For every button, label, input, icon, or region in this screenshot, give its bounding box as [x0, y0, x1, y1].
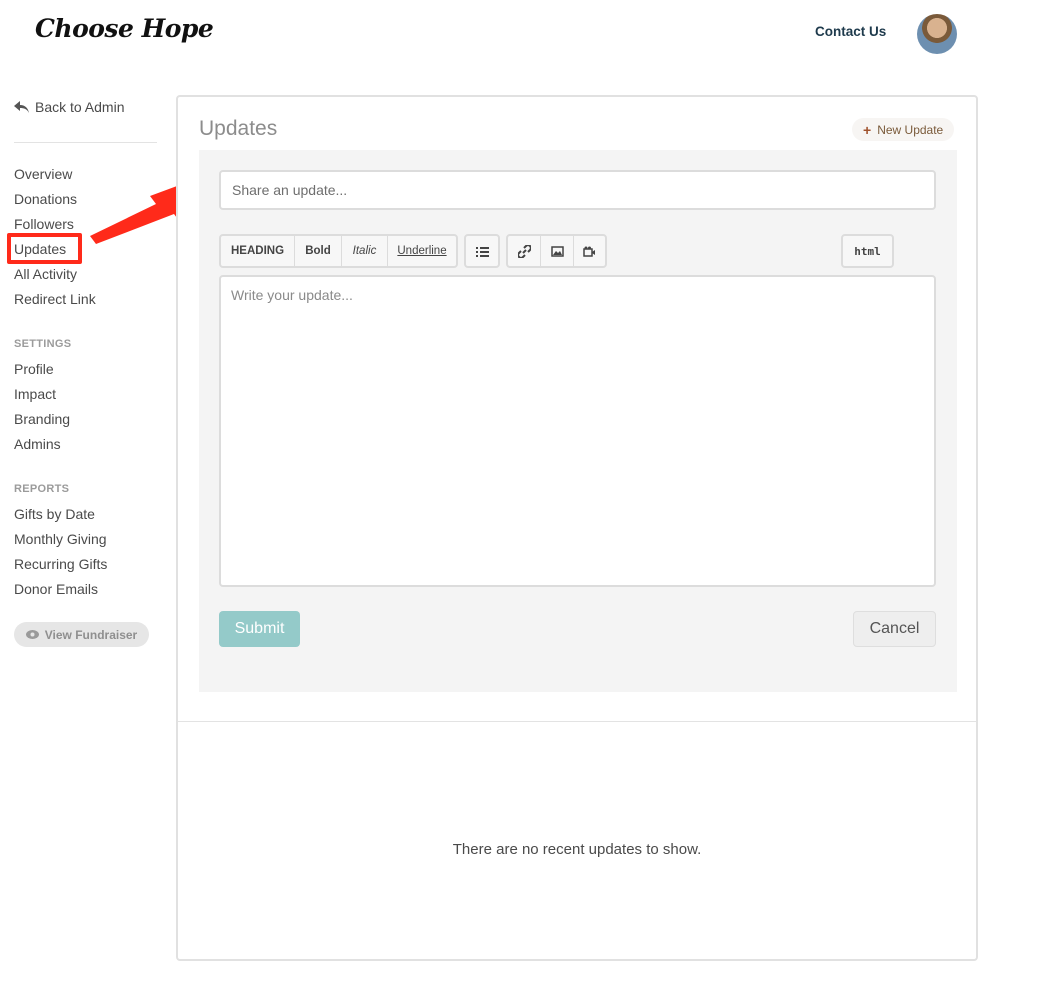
back-to-admin-link[interactable]: Back to Admin	[14, 99, 125, 115]
reports-heading: REPORTS	[14, 483, 70, 495]
contact-us-link[interactable]: Contact Us	[815, 24, 886, 39]
cancel-button[interactable]: Cancel	[853, 611, 936, 647]
html-group: html	[841, 234, 894, 268]
plus-icon: +	[863, 121, 872, 138]
back-to-admin-label: Back to Admin	[35, 99, 125, 115]
video-camera-icon	[583, 246, 595, 257]
sidebar-item-monthly-giving[interactable]: Monthly Giving	[14, 530, 107, 548]
share-update-input[interactable]	[219, 170, 936, 210]
page-title: Updates	[199, 117, 278, 140]
link-icon	[517, 244, 531, 258]
sidebar-item-profile[interactable]: Profile	[14, 360, 54, 378]
eye-icon	[25, 630, 39, 639]
list-group	[464, 234, 500, 268]
empty-updates-message: There are no recent updates to show.	[452, 841, 702, 858]
link-button[interactable]	[508, 236, 541, 266]
underline-button[interactable]: Underline	[388, 236, 456, 266]
sidebar-item-gifts-by-date[interactable]: Gifts by Date	[14, 505, 95, 523]
sidebar-divider	[14, 142, 157, 143]
sidebar-item-followers[interactable]: Followers	[14, 215, 74, 233]
sidebar-item-redirect-link[interactable]: Redirect Link	[14, 290, 96, 308]
updates-highlight-box	[7, 233, 82, 264]
bullet-list-icon	[475, 246, 489, 257]
submit-button[interactable]: Submit	[219, 611, 300, 647]
new-update-button[interactable]: + New Update	[852, 118, 955, 141]
bold-button[interactable]: Bold	[295, 236, 342, 266]
sidebar-item-donations[interactable]: Donations	[14, 190, 77, 208]
new-update-label: New Update	[877, 122, 944, 137]
sidebar-item-donor-emails[interactable]: Donor Emails	[14, 580, 98, 598]
html-button[interactable]: html	[843, 236, 892, 266]
panel-divider	[178, 721, 976, 722]
back-arrow-icon	[14, 100, 29, 113]
heading-button[interactable]: HEADING	[221, 236, 295, 266]
update-body-textarea[interactable]	[219, 275, 936, 587]
italic-button[interactable]: Italic	[342, 236, 388, 266]
sidebar-item-overview[interactable]: Overview	[14, 165, 72, 183]
sidebar-item-recurring-gifts[interactable]: Recurring Gifts	[14, 555, 107, 573]
text-format-group: HEADING Bold Italic Underline	[219, 234, 458, 268]
sidebar: Back to Admin Overview Donations Followe…	[0, 0, 170, 985]
sidebar-item-admins[interactable]: Admins	[14, 435, 61, 453]
image-button[interactable]	[541, 236, 574, 266]
view-fundraiser-button[interactable]: View Fundraiser	[14, 622, 149, 647]
sidebar-item-branding[interactable]: Branding	[14, 410, 70, 428]
updates-panel: Updates + New Update HEADING Bold Italic…	[176, 95, 978, 961]
sidebar-item-impact[interactable]: Impact	[14, 385, 56, 403]
media-group	[506, 234, 607, 268]
sidebar-item-all-activity[interactable]: All Activity	[14, 265, 77, 283]
avatar[interactable]	[917, 14, 957, 54]
list-button[interactable]	[466, 236, 498, 266]
update-editor: HEADING Bold Italic Underline html	[199, 150, 957, 692]
settings-heading: SETTINGS	[14, 338, 72, 350]
image-icon	[550, 245, 564, 257]
view-fundraiser-label: View Fundraiser	[44, 627, 138, 642]
video-button[interactable]	[574, 236, 605, 266]
